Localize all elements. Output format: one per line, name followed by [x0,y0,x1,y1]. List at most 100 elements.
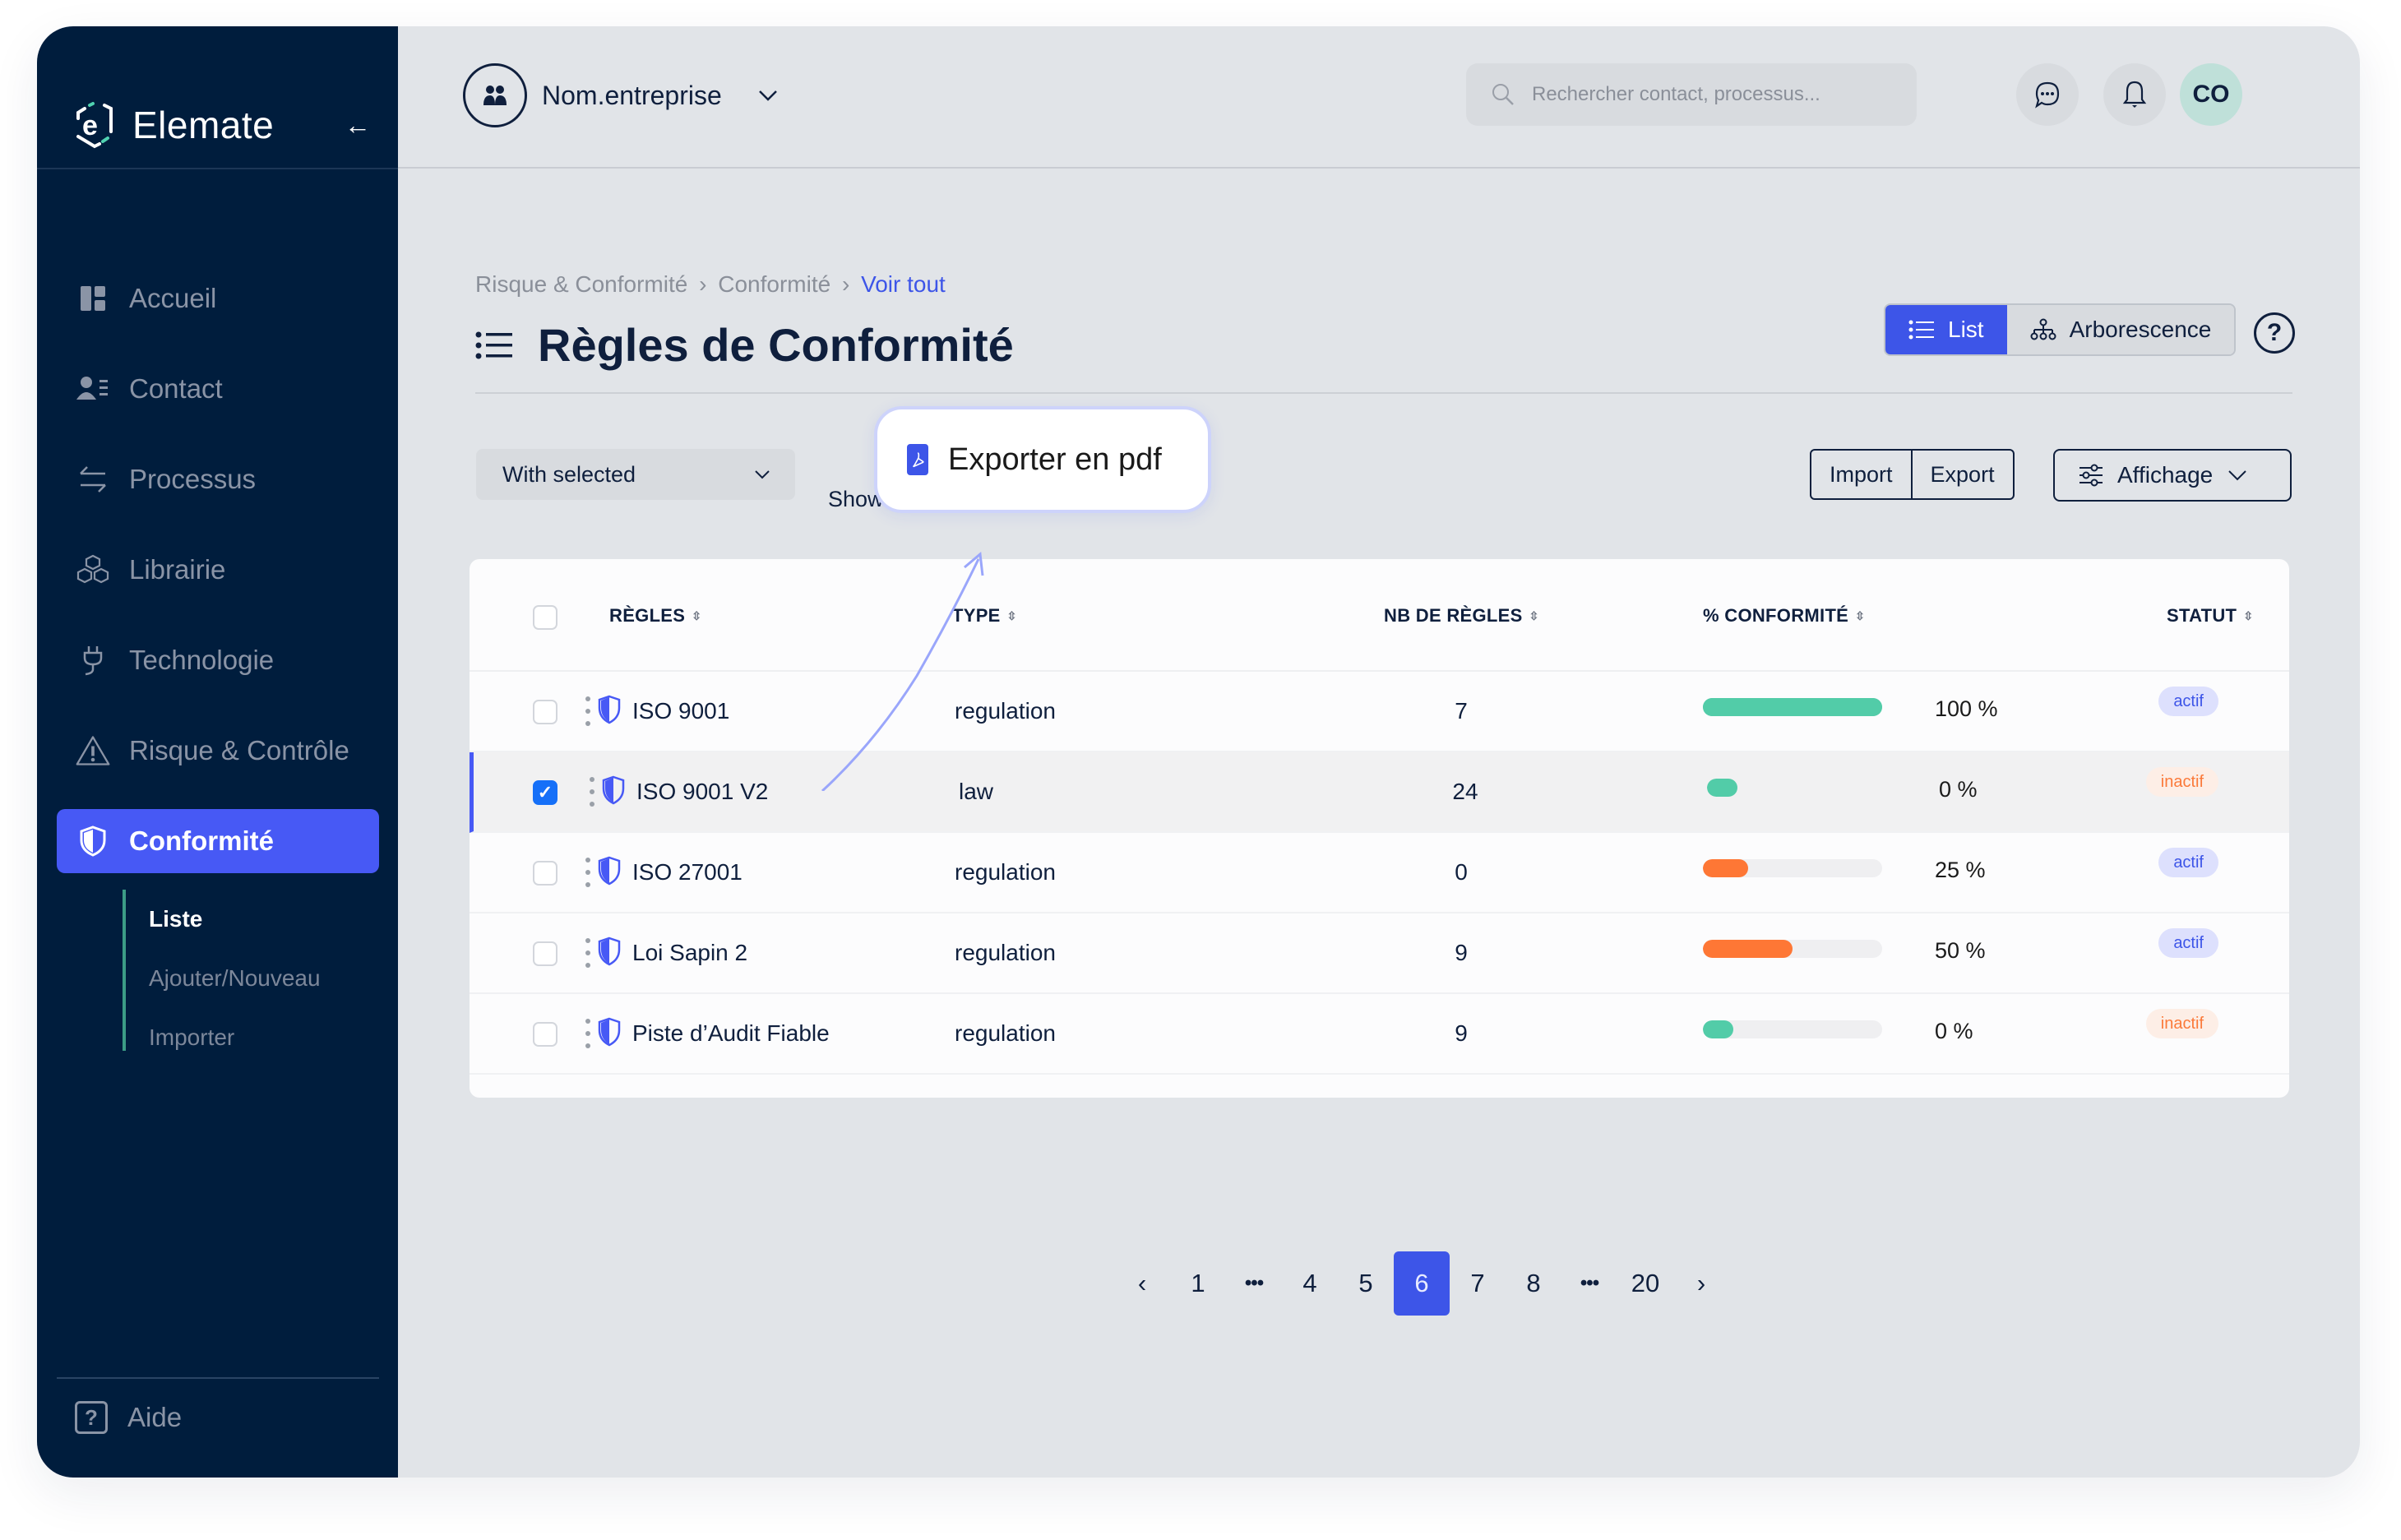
export-button[interactable]: Export [1910,451,2013,498]
sidebar-item-aide[interactable]: ? Aide [75,1401,182,1434]
title-divider [475,392,2292,394]
rule-name[interactable]: ISO 9001 [632,698,729,724]
sidebar-item-conformite[interactable]: Conformité [57,809,379,873]
sidebar-item-label: Risque & Contrôle [129,735,349,765]
breadcrumb-item[interactable]: Risque & Conformité [475,271,687,297]
status-badge: actif [2158,687,2218,716]
view-tree-button[interactable]: Arborescence [2006,305,2235,354]
column-header-regles[interactable]: RÈGLES ⇳ [609,605,701,627]
sidebar-item-label: Librairie [129,554,226,585]
rule-name[interactable]: Loi Sapin 2 [632,940,747,966]
sidebar-item-label: Technologie [129,645,275,675]
column-header-nb-regles[interactable]: NB DE RÈGLES ⇳ [1384,605,1539,627]
sort-icon: ⇳ [1006,609,1017,622]
row-menu-icon[interactable] [589,777,595,807]
sidebar-item-technologie[interactable]: Technologie [57,628,379,692]
help-square-icon: ? [75,1401,108,1434]
row-menu-icon[interactable] [585,938,591,968]
select-all-checkbox[interactable] [533,605,557,630]
sidebar-item-label: Accueil [129,283,217,313]
column-header-type[interactable]: TYPE ⇳ [952,605,1017,627]
search-bar[interactable] [1466,63,1917,126]
row-menu-icon[interactable] [585,858,591,887]
row-checkbox[interactable] [533,861,557,886]
sidebar-item-processus[interactable]: Processus [57,447,379,511]
view-list-label: List [1948,317,1984,342]
pagination-page[interactable]: 7 [1450,1251,1506,1316]
sidebar-item-librairie[interactable]: Librairie [57,538,379,602]
view-list-button[interactable]: List [1885,305,2007,354]
shield-icon [598,695,621,724]
collapse-sidebar-button[interactable]: ← [343,110,372,140]
notifications-button[interactable] [2103,63,2166,126]
users-icon [463,63,527,127]
row-menu-icon[interactable] [585,1019,591,1048]
app-window: e Elemate ← Accueil Contact Processus Li… [37,26,2360,1478]
subnav-item-ajouter[interactable]: Ajouter/Nouveau [149,949,321,1008]
rule-name[interactable]: ISO 27001 [632,859,743,886]
user-avatar[interactable]: CO [2180,63,2242,126]
export-pdf-option[interactable]: Exporter en pdf [874,406,1211,513]
rule-count: 0 [1455,859,1468,885]
breadcrumb-item[interactable]: Conformité [718,271,830,297]
breadcrumb-separator: › [699,271,707,297]
rule-type: regulation [955,1020,1056,1046]
status-badge: actif [2158,928,2218,958]
search-icon [1492,84,1514,105]
affichage-dropdown[interactable]: Affichage [2053,449,2292,502]
conformity-bar [1703,698,1882,716]
rule-name[interactable]: Piste d’Audit Fiable [632,1020,830,1047]
view-tree-label: Arborescence [2069,317,2212,342]
messages-button[interactable] [2016,63,2079,126]
arrows-exchange-icon [75,461,111,497]
contact-list-icon [75,371,111,407]
help-button[interactable]: ? [2254,312,2295,354]
row-checkbox[interactable]: ✓ [533,780,557,805]
with-selected-dropdown[interactable]: With selected [476,449,795,500]
pagination-page[interactable]: 20 [1617,1251,1673,1316]
pagination-next[interactable]: › [1673,1251,1729,1316]
rule-type: law [959,779,994,804]
table-row[interactable]: ISO 27001 regulation 0 25 % actif [470,833,2289,913]
pagination-page[interactable]: 1 [1170,1251,1226,1316]
brand-name: Elemate [132,104,275,146]
pagination-ellipsis: ••• [1580,1272,1599,1294]
rule-type: regulation [955,940,1056,965]
table-row[interactable]: Piste d’Audit Fiable regulation 9 0 % inacti… [470,994,2289,1075]
pagination-page[interactable]: 4 [1282,1251,1338,1316]
company-switcher[interactable]: Nom.entreprise [463,63,780,127]
sidebar-item-label: Conformité [129,825,274,856]
arrow-left-icon: ← [345,110,371,140]
row-checkbox[interactable] [533,700,557,724]
pagination-page[interactable]: 8 [1506,1251,1561,1316]
sidebar-item-contact[interactable]: Contact [57,357,379,421]
breadcrumb-current[interactable]: Voir tout [861,271,946,297]
pagination-page[interactable]: 5 [1338,1251,1394,1316]
row-checkbox[interactable] [533,941,557,966]
column-header-conformite[interactable]: % CONFORMITÉ ⇳ [1703,605,1865,627]
breadcrumb: Risque & Conformité › Conformité › Voir … [475,271,946,298]
top-bar: Nom.entreprise CO [398,26,2360,169]
with-selected-label: With selected [502,461,636,487]
pagination: ‹ 1 ••• 4 5 6 7 8 ••• 20 › [1114,1251,1729,1316]
row-menu-icon[interactable] [585,696,591,726]
table-row[interactable]: ISO 9001 regulation 7 100 % actif [470,672,2289,752]
sidebar-item-accueil[interactable]: Accueil [57,266,379,331]
table-row[interactable]: ✓ ISO 9001 V2 law 24 0 % inactif [470,752,2289,833]
import-button[interactable]: Import [1811,451,1911,498]
search-input[interactable] [1532,83,1877,106]
brand[interactable]: e Elemate [73,95,274,155]
sidebar-item-risque-controle[interactable]: Risque & Contrôle [57,719,379,783]
cubes-icon [75,552,111,588]
pagination-prev[interactable]: ‹ [1114,1251,1170,1316]
pagination-page[interactable]: 6 [1394,1251,1450,1316]
rule-name[interactable]: ISO 9001 V2 [636,779,768,805]
table-row[interactable]: Loi Sapin 2 regulation 9 50 % actif [470,913,2289,994]
row-checkbox[interactable] [533,1022,557,1047]
subnav-item-importer[interactable]: Importer [149,1008,321,1067]
column-header-statut[interactable]: STATUT ⇳ [2167,605,2253,627]
sidebar-subnav: Liste Ajouter/Nouveau Importer [123,890,321,1051]
subnav-item-liste[interactable]: Liste [149,890,321,949]
rules-table: RÈGLES ⇳ TYPE ⇳ NB DE RÈGLES ⇳ % CONFORMITÉ… [470,559,2289,1098]
sidebar: e Elemate ← Accueil Contact Processus Li… [37,26,398,1478]
